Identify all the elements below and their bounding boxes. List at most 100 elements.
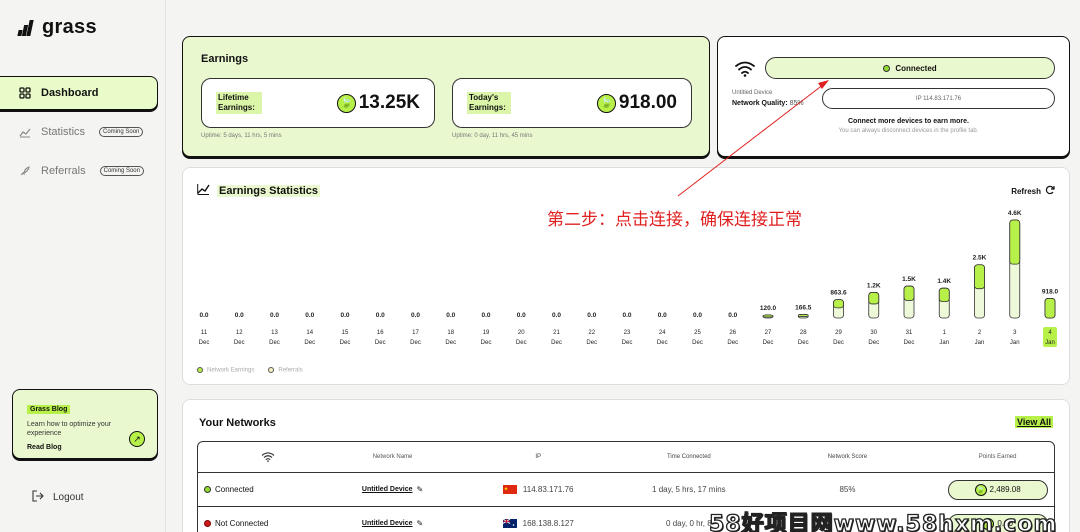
chart-tick-day-10: 21 <box>553 330 560 336</box>
status-dot <box>204 520 211 527</box>
chart-tick-month-16: Dec <box>763 340 774 346</box>
device-name-link[interactable]: Untitled Device <box>362 520 413 527</box>
chart-tick-day-19: 30 <box>870 330 877 336</box>
chart-tick-month-13: Dec <box>657 340 668 346</box>
chart-value-label-23: 4.6K <box>1008 210 1022 217</box>
chart-value-label-10: 0.0 <box>552 312 561 319</box>
brand-name: grass <box>42 16 97 38</box>
chart-tick-month-3: Dec <box>304 340 315 346</box>
table-row[interactable]: Connected Untitled Device ✎ 114.83.171.76… <box>198 472 1054 506</box>
sidebar-item-dashboard[interactable]: Dashboard <box>0 76 158 110</box>
device-name: Untitled Device <box>732 90 773 96</box>
chart-value-label-14: 0.0 <box>693 312 702 319</box>
today-earnings-label: Today's Earnings: <box>467 91 511 115</box>
chart-value-label-24: 918.0 <box>1042 288 1059 295</box>
row-device: Untitled Device ✎ <box>333 485 453 494</box>
chart-value-label-12: 0.0 <box>622 312 631 319</box>
device-name-link[interactable]: Untitled Device <box>362 486 413 493</box>
chart-value-label-2: 0.0 <box>270 312 279 319</box>
header-ip: IP <box>535 454 542 460</box>
row-device: Untitled Device ✎ <box>333 519 453 528</box>
chart-tick-day-1: 12 <box>236 330 243 336</box>
chart-tick-day-14: 25 <box>694 330 701 336</box>
pencil-icon[interactable]: ✎ <box>417 485 424 494</box>
chart-tick-month-7: Dec <box>445 340 456 346</box>
chart-tick-day-2: 13 <box>271 330 278 336</box>
chart-bar-fill-16 <box>762 314 774 318</box>
chart-tick-day-4: 15 <box>342 330 349 336</box>
chart-tick-day-12: 23 <box>624 330 631 336</box>
row-status: Connected <box>198 485 333 494</box>
wifi-icon <box>734 61 756 82</box>
chart-bar-fill-24 <box>1044 298 1056 319</box>
chart-value-label-22: 2.5K <box>973 255 987 262</box>
chart-value-label-20: 1.5K <box>902 276 916 283</box>
chart-tick-month-23: Jan <box>1010 340 1020 346</box>
chart-bar-fill-17 <box>797 314 809 317</box>
lifetime-earnings-box: Lifetime Earnings: 🍃 13.25K <box>201 78 435 128</box>
logout-button[interactable]: Logout <box>32 490 84 505</box>
lifetime-earnings-label: Lifetime Earnings: <box>216 91 262 115</box>
view-all-link[interactable]: View All <box>1014 416 1053 428</box>
chart-tick-month-15: Dec <box>727 340 738 346</box>
chart-value-label-18: 863.6 <box>830 290 847 297</box>
chart-tick-month-9: Dec <box>516 340 527 346</box>
grass-blog-card[interactable]: Grass Blog Learn how to optimize your ex… <box>12 389 158 459</box>
read-blog-link[interactable]: Read Blog <box>27 444 143 451</box>
chart-tick-month-0: Dec <box>199 340 210 346</box>
sidebar-item-label: Referrals <box>41 165 86 177</box>
legend-network-earnings: Network Earnings <box>197 367 254 374</box>
grass-leaf-icon: 🍃 <box>596 93 616 113</box>
connection-status-label: Connected <box>895 63 937 73</box>
sidebar-item-referrals[interactable]: Referrals Coming Soon <box>0 154 158 188</box>
chart-tick-day-8: 19 <box>483 330 490 336</box>
row-time: 1 day, 5 hrs, 17 mins <box>652 485 726 494</box>
connect-button[interactable]: Connected <box>765 57 1055 79</box>
chart-value-label-4: 0.0 <box>340 312 349 319</box>
grass-logo[interactable]: grass <box>17 16 97 39</box>
chart-value-label-3: 0.0 <box>305 312 314 319</box>
chart-bar-fill-22 <box>974 264 985 290</box>
chart-legend: Network Earnings Referrals <box>197 367 303 374</box>
earnings-card: Earnings Lifetime Earnings: 🍃 13.25K Upt… <box>182 36 710 157</box>
chart-value-label-6: 0.0 <box>411 312 420 319</box>
row-ip: 114.83.171.76 <box>452 485 624 494</box>
chart-tick-month-17: Dec <box>798 340 809 346</box>
arrow-up-right-icon[interactable]: ↗ <box>129 431 145 447</box>
chart-tick-month-10: Dec <box>551 340 562 346</box>
chart-value-label-11: 0.0 <box>587 312 596 319</box>
today-earnings-box: Today's Earnings: 🍃 918.00 <box>452 78 692 128</box>
chart-value-label-16: 120.0 <box>760 305 777 312</box>
grass-leaf-icon: 🍃 <box>336 93 356 113</box>
chart-value-label-9: 0.0 <box>517 312 526 319</box>
lifetime-earnings-amount: 13.25K <box>358 92 420 113</box>
chart-tick-month-14: Dec <box>692 340 703 346</box>
chart-tick-day-6: 17 <box>412 330 419 336</box>
grid-icon <box>18 86 32 100</box>
sidebar-item-statistics[interactable]: Statistics Coming Soon <box>0 115 158 149</box>
chart-value-label-17: 166.5 <box>795 304 812 311</box>
coming-soon-badge: Coming Soon <box>99 127 144 137</box>
chart-tick-month-24: Jan <box>1045 340 1055 346</box>
chart-tick-day-9: 20 <box>518 330 525 336</box>
blog-tag: Grass Blog <box>27 405 71 414</box>
china-flag-icon <box>502 485 517 494</box>
chart-bar-fill-21 <box>938 287 950 302</box>
today-earnings-amount: 918.00 <box>618 92 677 113</box>
wifi-icon <box>198 452 333 462</box>
chart-tick-day-0: 11 <box>201 330 208 336</box>
row-ip: 168.138.8.127 <box>452 519 624 528</box>
grass-leaf-icon: 🍃 <box>974 483 987 496</box>
pencil-icon[interactable]: ✎ <box>417 519 424 528</box>
chart-tick-month-20: Dec <box>904 340 915 346</box>
chart-value-label-13: 0.0 <box>658 312 667 319</box>
earnings-chart: 0.011Dec0.012Dec0.013Dec0.014Dec0.015Dec… <box>199 210 1059 347</box>
network-quality: Network Quality: 85% <box>732 100 804 107</box>
row-points: 🍃 2,489.08 <box>941 479 1054 500</box>
blog-description: Learn how to optimize your experience <box>27 421 112 438</box>
australia-flag-icon <box>502 519 517 528</box>
annotation-text: 第二步：点击连接，确保连接正常 <box>547 210 802 230</box>
chart-bar-fill-19 <box>868 292 880 305</box>
today-earnings-value: 🍃 918.00 <box>596 92 677 114</box>
row-score: 85% <box>839 485 856 494</box>
